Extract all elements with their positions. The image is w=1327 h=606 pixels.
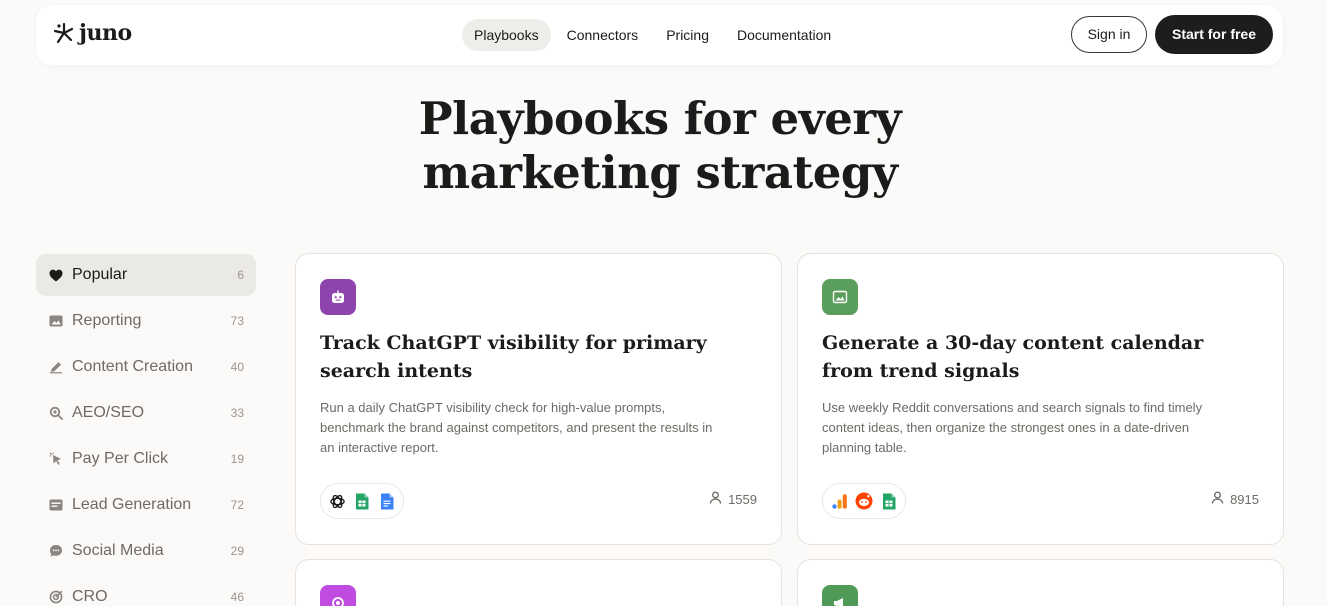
target-icon [48, 589, 64, 605]
card-usage: 1559 [709, 491, 757, 507]
card-description: Use weekly Reddit conversations and sear… [822, 400, 1203, 455]
category-count: 33 [230, 406, 244, 420]
sign-in-button[interactable]: Sign in [1071, 16, 1147, 53]
category-pay-per-click[interactable]: Pay Per Click 19 [36, 438, 256, 480]
page-title-line-2: marketing strategy [422, 146, 898, 199]
nav-link-pricing[interactable]: Pricing [654, 19, 721, 51]
playbook-card[interactable]: Track ChatGPT visibility for primary sea… [295, 253, 782, 545]
nav-link-documentation[interactable]: Documentation [725, 19, 843, 51]
category-content-creation[interactable]: Content Creation 40 [36, 346, 256, 388]
category-count: 6 [237, 268, 244, 282]
circle-icon [320, 585, 356, 606]
user-icon [1211, 491, 1224, 507]
google-sheets-icon [879, 491, 899, 511]
category-label: Reporting [72, 312, 142, 329]
magnifier-icon [48, 405, 64, 421]
card-integrations [320, 483, 404, 519]
playbook-card[interactable] [797, 559, 1284, 606]
card-usage: 8915 [1211, 491, 1259, 507]
category-count: 72 [230, 498, 244, 512]
brand-name: juno [79, 20, 132, 46]
image-icon [822, 279, 858, 315]
robot-icon [320, 279, 356, 315]
category-popular[interactable]: Popular 6 [36, 254, 256, 296]
category-count: 29 [230, 544, 244, 558]
user-count: 8915 [1230, 491, 1259, 507]
page-title-line-1: Playbooks for every [418, 92, 902, 145]
heart-icon [48, 267, 64, 283]
category-count: 46 [230, 590, 244, 604]
cursor-click-icon [48, 451, 64, 467]
page-title: Playbooks for every marketing strategy [0, 92, 1320, 200]
reddit-icon [854, 491, 874, 511]
pencil-icon [48, 359, 64, 375]
image-icon [48, 313, 64, 329]
inbox-icon [48, 497, 64, 513]
category-label: AEO/SEO [72, 404, 145, 421]
category-label: CRO [72, 588, 108, 605]
nav-link-connectors[interactable]: Connectors [555, 19, 651, 51]
card-description: Run a daily ChatGPT visibility check for… [320, 400, 713, 455]
category-label: Content Creation [72, 358, 193, 375]
nav-link-playbooks[interactable]: Playbooks [462, 19, 551, 51]
card-integrations [822, 483, 906, 519]
playbook-card[interactable] [295, 559, 782, 606]
google-sheets-icon [352, 491, 372, 511]
category-label: Pay Per Click [72, 450, 169, 467]
category-aeo-seo[interactable]: AEO/SEO 33 [36, 392, 256, 434]
top-nav: juno Playbooks Connectors Pricing Docume… [36, 5, 1283, 65]
chat-bubble-icon [48, 543, 64, 559]
category-sidebar: Popular 6 Reporting 73 Content Creation … [36, 254, 256, 606]
category-count: 73 [230, 314, 244, 328]
google-analytics-icon [829, 491, 849, 511]
category-social-media[interactable]: Social Media 29 [36, 530, 256, 572]
start-for-free-button[interactable]: Start for free [1155, 15, 1273, 54]
category-count: 19 [230, 452, 244, 466]
category-count: 40 [230, 360, 244, 374]
juno-logo-icon [52, 21, 76, 45]
user-count: 1559 [728, 491, 757, 507]
category-label: Social Media [72, 542, 164, 559]
nav-links: Playbooks Connectors Pricing Documentati… [462, 19, 847, 51]
openai-icon [327, 491, 347, 511]
megaphone-icon [822, 585, 858, 606]
user-icon [709, 491, 722, 507]
category-lead-generation[interactable]: Lead Generation 72 [36, 484, 256, 526]
card-title: Track ChatGPT visibility for primary sea… [320, 332, 707, 382]
category-label: Popular [72, 266, 128, 283]
logo[interactable]: juno [52, 20, 132, 46]
category-reporting[interactable]: Reporting 73 [36, 300, 256, 342]
category-cro[interactable]: CRO 46 [36, 576, 256, 606]
google-docs-icon [377, 491, 397, 511]
category-label: Lead Generation [72, 496, 192, 513]
card-title: Generate a 30-day content calendar from … [822, 332, 1204, 382]
playbook-card[interactable]: Generate a 30-day content calendar from … [797, 253, 1284, 545]
